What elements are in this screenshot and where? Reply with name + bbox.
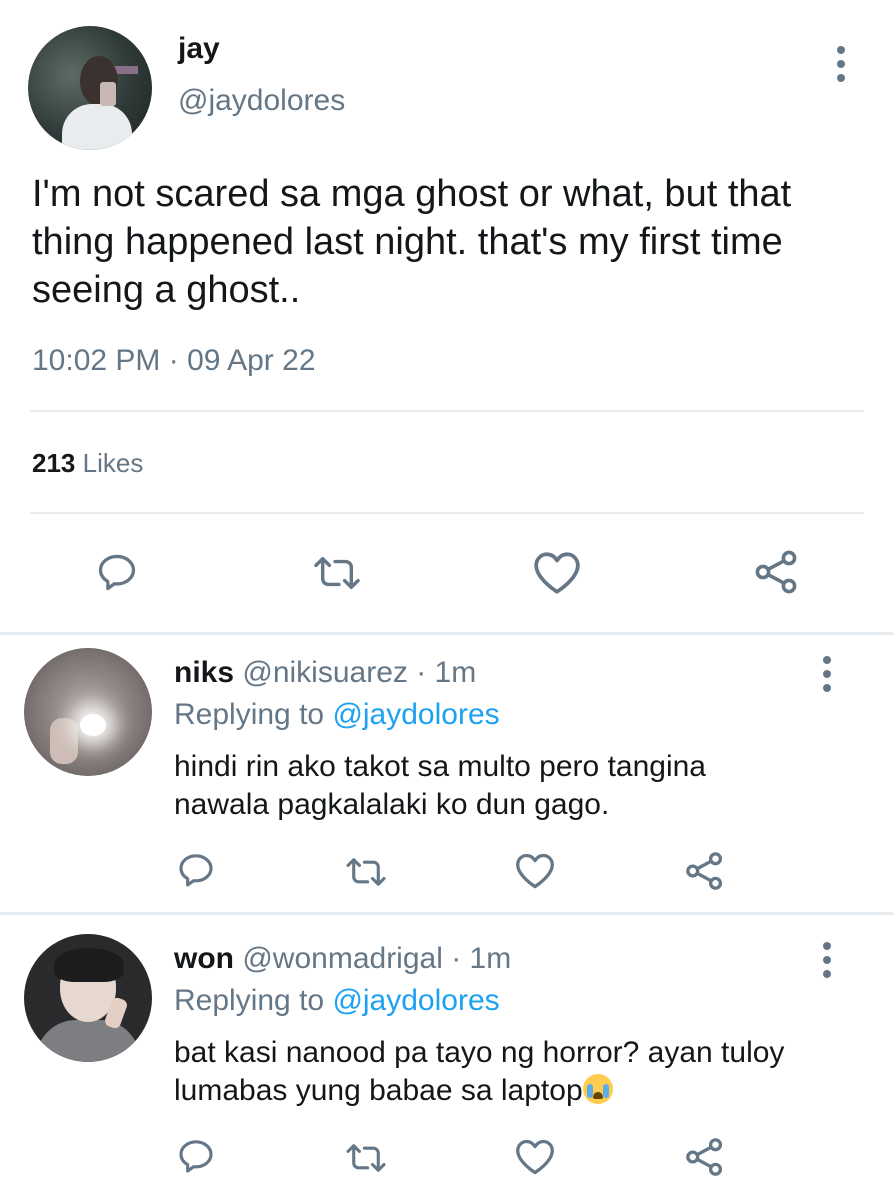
- reply-text-line: nawala pagkalalaki ko dun gago.: [174, 788, 610, 821]
- mention-link[interactable]: @jaydolores: [332, 698, 499, 731]
- reply-text-line-wrap: lumabas yung babae sa laptop: [174, 1072, 874, 1110]
- avatar[interactable]: [28, 26, 152, 150]
- display-name[interactable]: niks: [174, 656, 234, 689]
- retweet-button[interactable]: [312, 552, 362, 594]
- reply-text-line: bat kasi nanood pa tayo ng horror? ayan …: [174, 1036, 785, 1069]
- reply-text: bat kasi nanood pa tayo ng horror? ayan …: [174, 1034, 874, 1110]
- share-icon: [686, 852, 723, 890]
- replying-label: Replying to: [174, 698, 325, 731]
- reply-text: hindi rin ako takot sa multo pero tangin…: [174, 748, 874, 824]
- share-button[interactable]: [752, 548, 802, 596]
- tweet-text: I'm not scared sa mga ghost or what, but…: [32, 173, 792, 311]
- reply-text-line: lumabas yung babae sa laptop: [174, 1074, 583, 1107]
- like-button[interactable]: [532, 550, 582, 596]
- handle[interactable]: @wonmadrigal: [242, 942, 443, 975]
- speech-bubble-icon: [179, 854, 213, 887]
- avatar-detail: [80, 714, 106, 736]
- display-name[interactable]: jay: [178, 32, 220, 66]
- like-button[interactable]: [514, 852, 556, 890]
- retweet-icon: [314, 556, 360, 590]
- speech-bubble-icon: [179, 1140, 213, 1173]
- main-tweet: jay @jaydolores I'm not scared sa mga gh…: [0, 0, 894, 632]
- handle[interactable]: @jaydolores: [178, 84, 345, 118]
- avatar-detail: [36, 1020, 140, 1062]
- retweet-icon: [346, 1144, 386, 1172]
- display-name[interactable]: won: [174, 942, 234, 975]
- divider: [30, 410, 864, 412]
- avatar-detail: [50, 718, 78, 764]
- reply-header: won @wonmadrigal · 1m: [174, 942, 511, 976]
- reply-button[interactable]: [94, 550, 140, 594]
- reply-text-line: hindi rin ako takot sa multo pero tangin…: [174, 750, 706, 783]
- avatar-detail: [62, 104, 132, 150]
- share-button[interactable]: [684, 850, 726, 892]
- avatar-detail: [54, 948, 124, 982]
- retweet-icon: [346, 858, 386, 886]
- reply-time: · 1m: [451, 942, 512, 975]
- more-options-icon[interactable]: [822, 656, 832, 692]
- handle[interactable]: @nikisuarez: [242, 656, 408, 689]
- mention-link[interactable]: @jaydolores: [332, 984, 499, 1017]
- timestamp[interactable]: 10:02 PM · 09 Apr 22: [32, 344, 316, 378]
- speech-bubble-icon: [98, 554, 136, 591]
- avatar[interactable]: [24, 934, 152, 1062]
- divider: [30, 512, 864, 514]
- heart-icon: [534, 552, 580, 594]
- likes-count[interactable]: 213 Likes: [32, 448, 143, 479]
- avatar-detail: [100, 82, 116, 106]
- share-icon: [755, 550, 797, 594]
- divider: [0, 912, 894, 915]
- heart-icon: [516, 853, 554, 889]
- retweet-button[interactable]: [344, 1140, 388, 1176]
- likes-number: 213: [32, 448, 76, 478]
- replying-to: Replying to @jaydolores: [174, 698, 500, 732]
- heart-icon: [516, 1139, 554, 1175]
- retweet-button[interactable]: [344, 854, 388, 890]
- more-options-icon[interactable]: [836, 46, 846, 82]
- divider: [0, 632, 894, 635]
- reply-button[interactable]: [176, 1136, 216, 1176]
- replying-label: Replying to: [174, 984, 325, 1017]
- loudly-crying-face-emoji: [582, 1074, 613, 1104]
- reply-header: niks @nikisuarez · 1m: [174, 656, 476, 690]
- like-button[interactable]: [514, 1138, 556, 1176]
- more-options-icon[interactable]: [822, 942, 832, 978]
- share-icon: [686, 1138, 723, 1176]
- replying-to: Replying to @jaydolores: [174, 984, 500, 1018]
- likes-label: Likes: [82, 448, 144, 478]
- avatar[interactable]: [24, 648, 152, 776]
- reply-time: · 1m: [416, 656, 477, 689]
- reply-button[interactable]: [176, 850, 216, 890]
- share-button[interactable]: [684, 1136, 726, 1178]
